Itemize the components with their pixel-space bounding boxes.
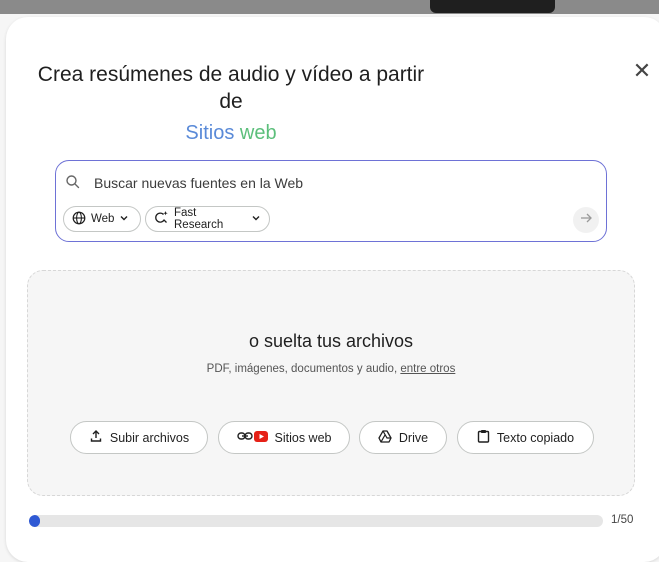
copied-text-label: Texto copiado bbox=[496, 430, 575, 445]
drive-label: Drive bbox=[398, 430, 429, 445]
background-app-element bbox=[430, 0, 555, 13]
search-input[interactable] bbox=[92, 171, 576, 195]
subtitle-word-2: web bbox=[239, 122, 277, 144]
globe-icon bbox=[72, 211, 86, 228]
dialog-subtitle: Sitios web bbox=[26, 120, 436, 146]
other-formats-link[interactable]: entre otros bbox=[400, 363, 455, 375]
chip-web-label: Web bbox=[91, 213, 115, 225]
copied-text-button[interactable]: Texto copiado bbox=[457, 421, 594, 454]
close-icon[interactable]: ✕ bbox=[633, 58, 651, 84]
research-mode-dropdown[interactable]: Fast Research bbox=[145, 206, 270, 232]
drive-button[interactable]: Drive bbox=[359, 421, 447, 454]
source-type-dropdown[interactable]: Web bbox=[63, 206, 141, 232]
clipboard-icon bbox=[477, 429, 490, 446]
upload-files-button[interactable]: Subir archivos bbox=[70, 421, 208, 454]
link-icon bbox=[236, 430, 253, 445]
source-limit-progress bbox=[29, 515, 603, 527]
chevron-down-icon bbox=[251, 213, 261, 226]
web-search-box: Web Fast Research bbox=[55, 160, 607, 242]
submit-search-button[interactable] bbox=[573, 207, 599, 233]
fast-research-icon bbox=[154, 210, 169, 228]
upload-icon bbox=[89, 429, 103, 446]
search-icon bbox=[64, 173, 82, 191]
websites-label: Sitios web bbox=[274, 430, 332, 445]
background-app-bar bbox=[0, 0, 659, 14]
dropzone-subtitle: PDF, imágenes, documentos y audio, entre… bbox=[28, 363, 634, 375]
drive-icon bbox=[378, 429, 392, 446]
dropzone-subtitle-text: PDF, imágenes, documentos y audio, bbox=[206, 363, 398, 375]
chevron-down-icon bbox=[119, 213, 129, 226]
arrow-right-icon bbox=[579, 211, 593, 230]
subtitle-word-1: Sitios bbox=[185, 122, 235, 144]
source-count-label: 1/50 bbox=[611, 514, 634, 526]
source-limit-progress-fill bbox=[29, 515, 41, 527]
chip-research-label: Fast Research bbox=[174, 207, 224, 231]
websites-button[interactable]: Sitios web bbox=[218, 421, 350, 454]
youtube-icon bbox=[253, 430, 268, 445]
add-sources-dialog: ✕ Crea resúmenes de audio y vídeo a part… bbox=[6, 17, 659, 562]
dropzone-title: o suelta tus archivos bbox=[248, 331, 414, 351]
upload-files-label: Subir archivos bbox=[109, 430, 190, 445]
file-dropzone[interactable]: o suelta tus archivos PDF, imágenes, doc… bbox=[27, 270, 635, 496]
dialog-title: Crea resúmenes de audio y vídeo a partir… bbox=[37, 63, 425, 113]
close-button[interactable]: ✕ bbox=[626, 55, 658, 87]
